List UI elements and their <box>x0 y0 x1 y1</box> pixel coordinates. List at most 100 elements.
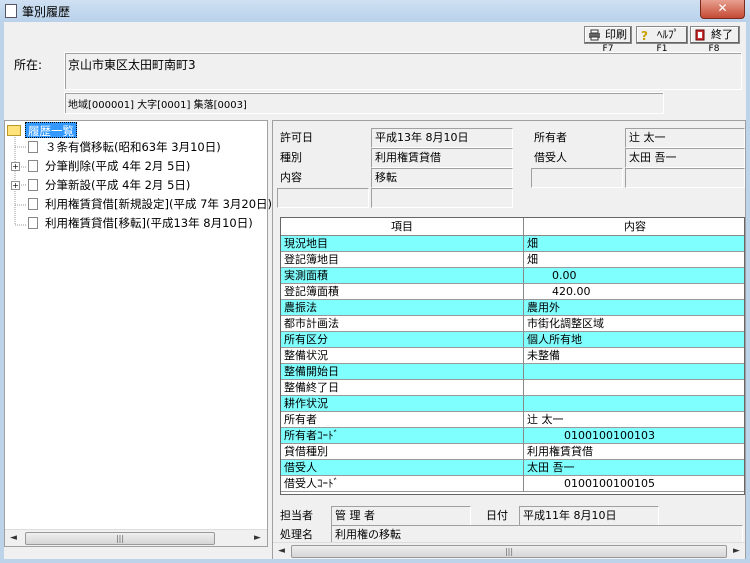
tree-root[interactable]: 履歴一覧 <box>25 122 77 138</box>
lessee-value: 太田 吾一 <box>625 148 745 168</box>
table-row[interactable]: 農振法 農用外 <box>281 300 744 316</box>
row-item-cell: 登記簿面積 <box>281 284 524 300</box>
scroll-thumb[interactable]: ||| <box>291 545 727 558</box>
tree-item[interactable]: 分筆削除(平成 4年 2月 5日) <box>45 158 190 174</box>
document-icon <box>28 217 38 229</box>
svg-text:?: ? <box>641 29 648 41</box>
row-value-cell <box>524 380 744 396</box>
location-label: 所在: <box>14 58 43 72</box>
row-value-cell: 未整備 <box>524 348 744 364</box>
help-icon: ? <box>641 29 648 41</box>
expand-icon[interactable]: + <box>11 181 20 190</box>
blank-value-cell <box>625 168 745 188</box>
table-row[interactable]: 整備終了日 <box>281 380 744 396</box>
help-label: ﾍﾙﾌﾟ <box>657 28 679 41</box>
table-row[interactable]: 実測面積 0.00 <box>281 268 744 284</box>
document-icon <box>28 141 38 153</box>
print-button[interactable]: 印刷 <box>584 26 632 44</box>
table-row[interactable]: 登記簿面積 420.00 <box>281 284 744 300</box>
location-detail: 地域[000001] 大字[0001] 集落[0003] <box>68 100 247 111</box>
help-button[interactable]: ? ﾍﾙﾌﾟ <box>636 26 688 44</box>
row-item-cell: 貸借種別 <box>281 444 524 460</box>
row-item-cell: 借受人ｺｰﾄﾞ <box>281 476 524 492</box>
row-value-cell: 畑 <box>524 236 744 252</box>
row-item-cell: 都市計画法 <box>281 316 524 332</box>
scroll-thumb[interactable]: ||| <box>25 532 215 545</box>
owner-label: 所有者 <box>534 131 567 144</box>
blank-value-cell <box>371 188 513 208</box>
row-item-cell: 借受人 <box>281 460 524 476</box>
table-row[interactable]: 所有者ｺｰﾄﾞ 0100100100103 <box>281 428 744 444</box>
row-value-cell: 太田 吾一 <box>524 460 744 476</box>
table-row[interactable]: 貸借種別 利用権賃貸借 <box>281 444 744 460</box>
table-row[interactable]: 耕作状況 <box>281 396 744 412</box>
window-title: 筆別履歴 <box>22 5 71 19</box>
permit-date-label: 許可日 <box>280 131 313 144</box>
app-icon <box>5 4 17 18</box>
content-label: 内容 <box>280 171 302 184</box>
row-item-cell: 耕作状況 <box>281 396 524 412</box>
row-item-cell: 農振法 <box>281 300 524 316</box>
blank-label-cell <box>277 188 369 208</box>
staff-label: 担当者 <box>280 509 313 522</box>
exit-button[interactable]: 終了 <box>690 26 740 44</box>
folder-icon <box>7 125 21 136</box>
detail-hscrollbar[interactable]: ◄ ||| ► <box>273 542 745 559</box>
row-value-cell: 畑 <box>524 252 744 268</box>
table-row[interactable]: 整備状況 未整備 <box>281 348 744 364</box>
document-icon <box>28 198 38 210</box>
row-value-cell: 辻 太一 <box>524 412 744 428</box>
scroll-left-arrow[interactable]: ◄ <box>273 543 290 560</box>
column-header-item[interactable]: 項目 <box>281 218 524 236</box>
detail-panel: 許可日 平成13年 8月10日 種別 利用権賃貸借 内容 移転 所有者 辻 太一… <box>272 120 746 559</box>
row-item-cell: 整備終了日 <box>281 380 524 396</box>
content-value: 移転 <box>371 168 513 188</box>
title-bar: 筆別履歴 ✕ <box>0 0 750 22</box>
scroll-right-arrow[interactable]: ► <box>249 530 266 547</box>
table-row[interactable]: 登記簿地目畑 <box>281 252 744 268</box>
table-row[interactable]: 整備開始日 <box>281 364 744 380</box>
row-item-cell: 現況地目 <box>281 236 524 252</box>
row-value-cell <box>524 364 744 380</box>
tree-item[interactable]: 利用権賃貸借[移転](平成13年 8月10日) <box>45 215 253 231</box>
tree-hscrollbar[interactable]: ◄ ||| ► <box>5 529 267 546</box>
history-tree[interactable]: 履歴一覧 ３条有償移転(昭和63年 3月10日) + 分筆削除(平成 4年 2月… <box>4 120 272 547</box>
row-value-cell: 0100100100103 <box>524 428 744 444</box>
row-item-cell: 所有区分 <box>281 332 524 348</box>
tree-item[interactable]: ３条有償移転(昭和63年 3月10日) <box>45 139 221 155</box>
row-value-cell: 0.00 <box>524 268 744 284</box>
table-row[interactable]: 都市計画法 市街化調整区域 <box>281 316 744 332</box>
table-row[interactable]: 借受人 太田 吾一 <box>281 460 744 476</box>
tree-item[interactable]: 利用権賃貸借[新規設定](平成 7年 3月20日) <box>45 196 272 212</box>
attribute-table[interactable]: 項目 内容 現況地目畑登記簿地目畑実測面積 0.00 登記簿面積 420.00 農振法農… <box>280 217 745 495</box>
document-icon <box>28 160 38 172</box>
row-value-cell: 420.00 <box>524 284 744 300</box>
staff-value: 管 理 者 <box>331 506 471 526</box>
row-item-cell: 整備状況 <box>281 348 524 364</box>
row-value-cell: 0100100100105 <box>524 476 744 492</box>
row-item-cell: 実測面積 <box>281 268 524 284</box>
location-detail-field: 地域[000001] 大字[0001] 集落[0003] <box>64 92 664 114</box>
scroll-left-arrow[interactable]: ◄ <box>5 530 22 547</box>
table-row[interactable]: 借受人ｺｰﾄﾞ 0100100100105 <box>281 476 744 492</box>
print-label: 印刷 <box>605 28 627 41</box>
close-button[interactable]: ✕ <box>700 0 745 19</box>
row-value-cell: 個人所有地 <box>524 332 744 348</box>
row-value-cell: 市街化調整区域 <box>524 316 744 332</box>
table-row[interactable]: 現況地目畑 <box>281 236 744 252</box>
date-label: 日付 <box>486 509 508 522</box>
row-item-cell: 登記簿地目 <box>281 252 524 268</box>
document-icon <box>28 179 38 191</box>
table-row[interactable]: 所有者辻 太一 <box>281 412 744 428</box>
location-field: 京山市東区太田町南町3 <box>64 52 742 90</box>
table-row[interactable]: 所有区分 個人所有地 <box>281 332 744 348</box>
column-header-content[interactable]: 内容 <box>524 218 744 236</box>
date-value: 平成11年 8月10日 <box>519 506 659 526</box>
tree-item[interactable]: 分筆新設(平成 4年 2月 5日) <box>45 177 190 193</box>
row-value-cell: 農用外 <box>524 300 744 316</box>
blank-label-cell <box>531 168 623 188</box>
exit-label: 終了 <box>711 28 733 41</box>
scroll-right-arrow[interactable]: ► <box>728 543 745 560</box>
expand-icon[interactable]: + <box>11 162 20 171</box>
printer-icon <box>589 29 600 41</box>
